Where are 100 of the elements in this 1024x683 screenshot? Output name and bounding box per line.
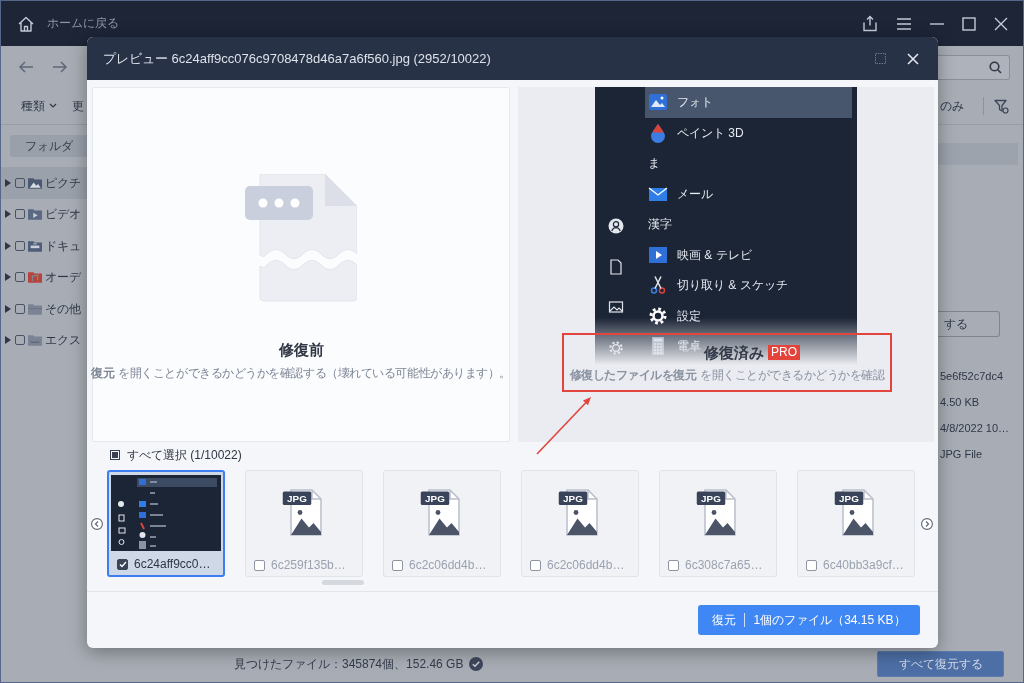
folder-icon bbox=[28, 334, 42, 347]
thumbnail[interactable]: JPG 6c2c06dd4b… bbox=[521, 470, 639, 577]
user-icon bbox=[608, 218, 624, 234]
file-name: 6c259f135b… bbox=[271, 557, 346, 573]
play-icon bbox=[648, 244, 668, 265]
checkbox[interactable] bbox=[254, 559, 265, 571]
folder-tree-item[interactable]: ドキュ bbox=[1, 230, 87, 262]
file-name: 6c24aff9cc0… bbox=[134, 556, 211, 572]
thumbnail[interactable]: JPG 6c40bb3a9cf… bbox=[797, 470, 915, 577]
expand-arrow-icon[interactable] bbox=[5, 336, 11, 345]
settings-icon bbox=[608, 339, 624, 356]
menu-icon[interactable] bbox=[896, 17, 912, 30]
checkbox[interactable] bbox=[15, 335, 25, 346]
app-entry: 切り取り & スケッチ bbox=[645, 270, 794, 301]
select-all-checkbox[interactable] bbox=[110, 450, 120, 460]
checkbox[interactable] bbox=[15, 303, 25, 314]
filter-option-label: のみ bbox=[940, 98, 964, 114]
annotation-arrow bbox=[535, 396, 593, 456]
app-entry: ペイント 3D bbox=[645, 117, 750, 148]
file-name: 6c40bb3a9cf… bbox=[823, 557, 904, 573]
folder-icon bbox=[28, 271, 42, 284]
photo-app-icon bbox=[648, 92, 668, 113]
home-icon[interactable] bbox=[17, 14, 35, 33]
expand-arrow-icon[interactable] bbox=[5, 178, 11, 187]
checkbox[interactable] bbox=[392, 559, 403, 571]
folder-tree-item[interactable]: その他 bbox=[1, 293, 87, 325]
file-type-tag: JPG bbox=[834, 491, 863, 505]
file-type-tag: JPG bbox=[282, 491, 311, 505]
restore-link[interactable]: 復元 bbox=[91, 366, 115, 380]
home-link[interactable]: ホームに戻る bbox=[47, 16, 119, 31]
checkbox[interactable] bbox=[117, 558, 128, 570]
checkbox[interactable] bbox=[530, 559, 541, 571]
maximize-icon[interactable] bbox=[875, 53, 886, 64]
file-name: 6c2c06dd4b… bbox=[547, 557, 625, 573]
folder-tree-item[interactable]: ビデオ bbox=[1, 198, 87, 230]
file-type-tag: JPG bbox=[696, 491, 725, 505]
detail-text: 4.50 KB bbox=[939, 395, 981, 411]
before-repair-heading: 修復前 bbox=[278, 340, 324, 360]
filter-dropdown[interactable]: 種類 bbox=[21, 98, 57, 114]
folder-icon bbox=[28, 302, 42, 315]
expand-arrow-icon[interactable] bbox=[5, 304, 11, 313]
scrollbar-thumb[interactable] bbox=[322, 580, 364, 585]
caret-icon bbox=[49, 103, 57, 109]
expand-arrow-icon[interactable] bbox=[5, 210, 11, 219]
app-entry: 設定 bbox=[645, 300, 707, 331]
repaired-check-text: 修復したファイルを復元 を開くことができるかどうかを確認 bbox=[568, 368, 886, 383]
app-entry: 映画 & テレビ bbox=[645, 239, 758, 270]
maximize-icon[interactable] bbox=[962, 16, 976, 31]
filter-dropdown[interactable]: 更 bbox=[72, 98, 84, 114]
search-field[interactable] bbox=[938, 54, 1010, 80]
thumbnail[interactable]: JPG 6c308c7a65… bbox=[659, 470, 777, 577]
folder-icon bbox=[28, 176, 42, 189]
search-icon[interactable] bbox=[989, 60, 1002, 74]
paint-drop-icon bbox=[648, 122, 668, 143]
checkbox[interactable] bbox=[15, 240, 25, 251]
section-heading: ま bbox=[647, 155, 661, 173]
damaged-file-icon bbox=[245, 174, 357, 302]
file-type-tag: JPG bbox=[420, 491, 449, 505]
close-icon[interactable] bbox=[994, 16, 1008, 31]
detail-text: 4/8/2022 10… bbox=[939, 421, 1011, 437]
recover-all-button[interactable]: すべて復元する bbox=[877, 651, 1004, 677]
folder-icon bbox=[28, 208, 42, 221]
gear-icon bbox=[648, 305, 668, 326]
expand-arrow-icon[interactable] bbox=[5, 273, 11, 282]
thumbnail[interactable]: JPG 6c2c06dd4b… bbox=[383, 470, 501, 577]
checkbox[interactable] bbox=[806, 559, 817, 571]
file-name: 6c308c7a65… bbox=[685, 557, 763, 573]
detail-text: JPG File bbox=[939, 447, 984, 463]
pro-badge: PRO bbox=[768, 345, 800, 360]
checkbox[interactable] bbox=[15, 272, 25, 283]
back-arrow-icon[interactable] bbox=[18, 60, 34, 74]
file-type-tag: JPG bbox=[558, 491, 587, 505]
select-all-label[interactable]: すべて選択 (1/10022) bbox=[127, 447, 242, 463]
check-instruction-text: 復元 を開くことができるかどうかを確認する（壊れている可能性があります）。 bbox=[91, 366, 511, 381]
document-icon bbox=[608, 258, 624, 275]
found-files-text: 見つけたファイル：345874個、152.46 GB bbox=[234, 656, 464, 672]
forward-arrow-icon[interactable] bbox=[52, 60, 68, 74]
folder-tab[interactable]: フォルダ bbox=[10, 135, 87, 157]
thumbnail[interactable]: 6c24aff9cc0… bbox=[107, 470, 225, 577]
restore-button[interactable]: 復元 1個のファイル（34.15 KB） bbox=[698, 605, 920, 635]
close-icon[interactable] bbox=[907, 52, 919, 65]
folder-tree-item[interactable]: ピクチ bbox=[1, 167, 87, 199]
checkbox[interactable] bbox=[668, 559, 679, 571]
file-name: 6c2c06dd4b… bbox=[409, 557, 487, 573]
dialog-title: プレビュー 6c24aff9cc076c9708478d46a7a6f560.jpg (2952/10022) bbox=[103, 50, 491, 67]
expand-arrow-icon[interactable] bbox=[5, 241, 11, 250]
picture-icon bbox=[608, 299, 624, 315]
filter-icon[interactable] bbox=[994, 98, 1009, 114]
check-circle-icon bbox=[469, 657, 484, 671]
folder-icon bbox=[28, 239, 42, 252]
thumbnail[interactable]: JPG 6c259f135b… bbox=[245, 470, 363, 577]
app-entry: フォト bbox=[645, 87, 852, 118]
folder-tree-item[interactable]: オーデ bbox=[1, 261, 87, 293]
share-icon[interactable] bbox=[862, 15, 878, 32]
checkbox[interactable] bbox=[15, 177, 25, 188]
app-entry: メール bbox=[645, 178, 719, 209]
detail-text: 5e6f52c7dc4 bbox=[939, 369, 1004, 385]
section-heading: 漢字 bbox=[647, 216, 673, 234]
folder-tree-item[interactable]: エクス bbox=[1, 324, 87, 356]
checkbox[interactable] bbox=[15, 209, 25, 220]
